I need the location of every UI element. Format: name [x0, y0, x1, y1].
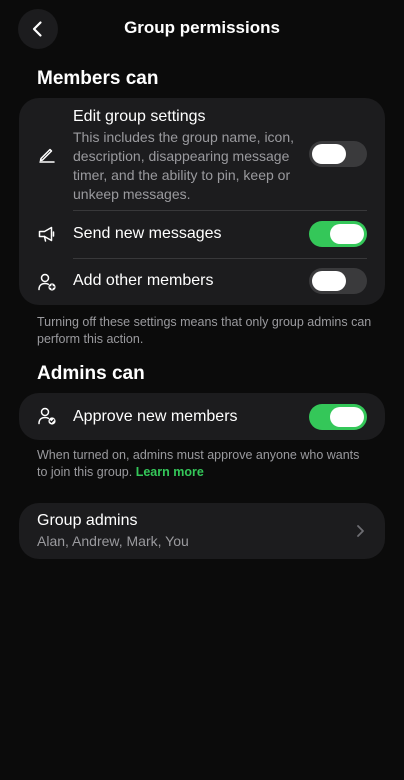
edit-group-settings-description: This includes the group name, icon, desc…: [73, 129, 295, 202]
megaphone-icon: [37, 224, 57, 244]
send-new-messages-row: Send new messages: [19, 211, 385, 258]
add-other-members-label: Add other members: [73, 272, 214, 289]
edit-group-settings-row: Edit group settings This includes the gr…: [19, 98, 385, 210]
approve-new-members-label: Approve new members: [73, 408, 238, 425]
pencil-icon: [37, 144, 57, 164]
header: Group permissions: [0, 0, 404, 60]
edit-group-settings-toggle[interactable]: [309, 141, 367, 167]
learn-more-link[interactable]: Learn more: [136, 465, 204, 479]
send-new-messages-toggle[interactable]: [309, 221, 367, 247]
send-new-messages-label: Send new messages: [73, 225, 222, 242]
group-admins-row[interactable]: Group admins Alan, Andrew, Mark, You: [19, 503, 385, 559]
approve-new-members-row: Approve new members: [19, 393, 385, 440]
admins-footnote: When turned on, admins must approve anyo…: [37, 447, 372, 481]
members-footnote: Turning off these settings means that on…: [37, 315, 372, 346]
chevron-right-icon: [357, 525, 364, 537]
approve-new-members-toggle[interactable]: [309, 404, 367, 430]
add-other-members-row: Add other members: [19, 259, 385, 305]
page-title: Group permissions: [124, 18, 280, 37]
toggle-knob: [330, 407, 364, 427]
toggle-knob: [330, 224, 364, 244]
admins-permissions-card: Approve new members: [19, 393, 385, 440]
toggle-knob: [312, 144, 346, 164]
toggle-knob: [312, 271, 346, 291]
admins-section-title: Admins can: [37, 363, 145, 384]
group-admins-label: Group admins: [37, 512, 138, 529]
members-permissions-card: Edit group settings This includes the gr…: [19, 98, 385, 305]
edit-group-settings-label: Edit group settings: [73, 108, 206, 125]
person-add-icon: [37, 272, 57, 292]
members-section-title: Members can: [37, 68, 159, 89]
add-other-members-toggle[interactable]: [309, 268, 367, 294]
person-check-icon: [37, 406, 57, 426]
group-permissions-screen: Group permissions Members can Edit group…: [0, 0, 404, 780]
group-admins-names: Alan, Andrew, Mark, You: [37, 533, 189, 549]
